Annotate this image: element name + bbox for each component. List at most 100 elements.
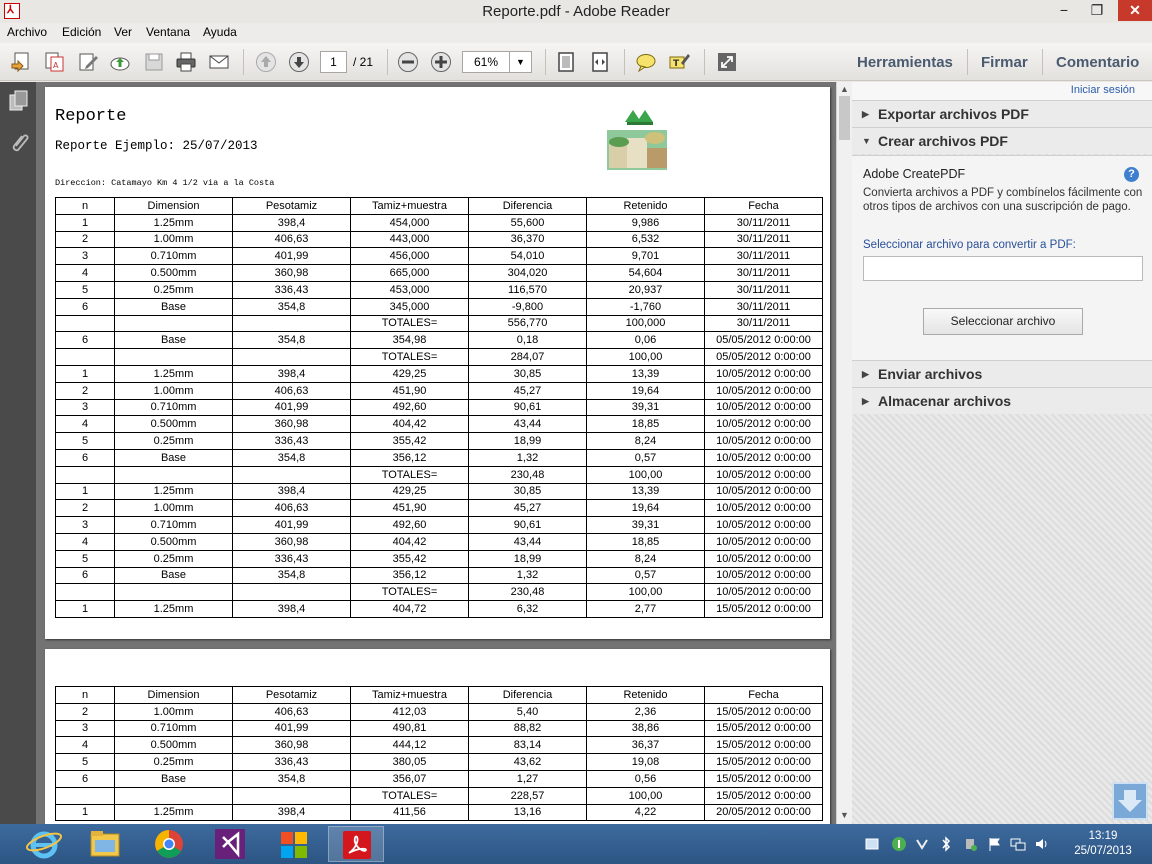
menu-ayuda[interactable]: Ayuda <box>203 25 237 39</box>
combine-pdf-icon[interactable]: A <box>43 51 65 73</box>
column-header: Dimension <box>114 197 233 215</box>
table-cell: 30/11/2011 <box>704 213 823 232</box>
file-explorer-icon[interactable] <box>77 826 133 862</box>
table-cell: 10/05/2012 0:00:00 <box>704 398 823 417</box>
office-app-icon[interactable] <box>266 826 322 862</box>
print-icon[interactable] <box>175 51 197 73</box>
sign-tab[interactable]: Firmar <box>981 54 1028 71</box>
save-icon[interactable] <box>143 51 165 73</box>
action-center-flag-icon[interactable] <box>987 836 1003 852</box>
send-files-section[interactable]: ▶ Enviar archivos <box>852 360 1152 387</box>
table-cell: 398,4 <box>232 213 351 232</box>
highlight-text-icon[interactable]: T <box>668 51 690 73</box>
document-scrollbar[interactable]: ▲ ▼ <box>836 82 852 824</box>
table-cell: 30,85 <box>468 364 587 383</box>
select-file-button[interactable]: Seleccionar archivo <box>923 308 1083 335</box>
fit-width-icon[interactable] <box>589 51 611 73</box>
network-icon[interactable] <box>1010 836 1026 852</box>
createpdf-description: Convierta archivos a PDF y combínelos fá… <box>863 187 1143 213</box>
table-cell: 9,701 <box>586 247 705 266</box>
next-page-icon[interactable] <box>288 51 310 73</box>
table-cell <box>55 314 115 333</box>
zoom-level-input[interactable]: 61% <box>462 51 510 73</box>
table-row: 1 1.25mm 398,4 411,56 13,16 4,22 20/05/2012 0:… <box>55 803 823 822</box>
fit-page-icon[interactable] <box>555 51 577 73</box>
volume-icon[interactable] <box>1034 836 1050 852</box>
table-cell: 1.25mm <box>114 482 233 501</box>
zoom-out-icon[interactable] <box>397 51 419 73</box>
adobe-reader-taskbar-icon[interactable] <box>328 826 384 862</box>
sign-in-link[interactable]: Iniciar sesión <box>852 82 1152 100</box>
minimize-button[interactable]: − <box>1050 0 1078 21</box>
upload-cloud-icon[interactable] <box>109 51 131 73</box>
table-cell: 10/05/2012 0:00:00 <box>704 381 823 400</box>
page-thumbnails-icon[interactable] <box>8 90 30 112</box>
attachments-icon[interactable] <box>8 132 30 154</box>
menu-archivo[interactable]: Archivo <box>7 25 47 39</box>
edit-document-icon[interactable] <box>77 51 99 73</box>
file-path-field[interactable] <box>863 256 1143 281</box>
export-pdf-section[interactable]: ▶ Exportar archivos PDF <box>852 100 1152 127</box>
menu-edicion[interactable]: Edición <box>62 25 101 39</box>
scrollbar-thumb[interactable] <box>839 96 850 140</box>
table-cell: 0.25mm <box>114 280 233 299</box>
table-row: 1 1.25mm 398,4 429,25 30,85 13,39 10/05/2012 0… <box>55 482 823 501</box>
table-cell: 1.00mm <box>114 702 233 721</box>
update-icon[interactable] <box>891 836 907 852</box>
table-cell: 13,16 <box>468 803 587 822</box>
create-pdf-section[interactable]: ▼ Crear archivos PDF <box>852 127 1152 154</box>
document-viewer[interactable]: Reporte Reporte Ejemplo: 25/07/2013 Dire… <box>36 82 836 824</box>
comment-bubble-icon[interactable] <box>635 51 657 73</box>
tools-tab[interactable]: Herramientas <box>857 54 953 71</box>
network-drive-icon[interactable] <box>864 836 880 852</box>
menu-ver[interactable]: Ver <box>114 25 132 39</box>
table-cell: -9,800 <box>468 297 587 316</box>
table-cell: 230,48 <box>468 583 587 602</box>
table-cell: 1 <box>55 364 115 383</box>
zoom-dropdown-icon[interactable]: ▼ <box>510 51 532 73</box>
page-count: / 21 <box>353 55 374 69</box>
table-cell: 19,64 <box>586 499 705 518</box>
restore-button[interactable]: ❐ <box>1083 0 1111 21</box>
menu-ventana[interactable]: Ventana <box>146 25 190 39</box>
visual-studio-icon[interactable] <box>202 826 258 862</box>
table-cell: 0.500mm <box>114 264 233 282</box>
help-icon[interactable]: ? <box>1124 167 1139 182</box>
table-cell: 3 <box>55 247 115 266</box>
table-cell: 5 <box>55 280 115 299</box>
table-cell: 0,57 <box>586 448 705 467</box>
scroll-up-icon[interactable]: ▲ <box>840 84 849 94</box>
system-clock[interactable]: 13:19 25/07/2013 <box>1064 829 1142 859</box>
clock-date: 25/07/2013 <box>1074 845 1132 857</box>
scroll-down-arrow-icon[interactable] <box>1112 782 1148 820</box>
collapsed-arrow-icon: ▶ <box>862 369 869 379</box>
collapsed-arrow-icon: ▶ <box>862 109 869 119</box>
table-cell: 406,63 <box>232 499 351 518</box>
zoom-in-icon[interactable] <box>430 51 452 73</box>
previous-page-icon[interactable] <box>255 51 277 73</box>
create-pdf-icon[interactable] <box>10 51 32 73</box>
table-cell: 15/05/2012 0:00:00 <box>704 786 823 805</box>
usb-device-icon[interactable] <box>962 836 978 852</box>
internet-explorer-icon[interactable] <box>16 826 72 862</box>
table-cell: Base <box>114 769 233 788</box>
table-cell: 406,63 <box>232 230 351 249</box>
table-cell: 6,32 <box>468 600 587 618</box>
pdf-page-1: Reporte Reporte Ejemplo: 25/07/2013 Dire… <box>45 87 830 639</box>
page-number-input[interactable]: 1 <box>320 51 347 73</box>
scroll-down-icon[interactable]: ▼ <box>840 810 849 820</box>
table-cell: 30/11/2011 <box>704 280 823 299</box>
table-cell: 444,12 <box>350 736 469 755</box>
email-icon[interactable] <box>208 51 230 73</box>
collapsed-arrow-icon: ▶ <box>862 396 869 406</box>
table-cell: 39,31 <box>586 398 705 417</box>
table-cell: 5 <box>55 549 115 568</box>
fullscreen-icon[interactable] <box>716 51 738 73</box>
store-files-section[interactable]: ▶ Almacenar archivos <box>852 387 1152 414</box>
comment-tab[interactable]: Comentario <box>1056 54 1139 71</box>
table-cell: 1 <box>55 482 115 501</box>
close-button[interactable]: ✕ <box>1118 0 1152 21</box>
chrome-icon[interactable] <box>141 826 197 862</box>
visual-studio-tray-icon[interactable] <box>914 836 930 852</box>
bluetooth-icon[interactable] <box>938 836 954 852</box>
